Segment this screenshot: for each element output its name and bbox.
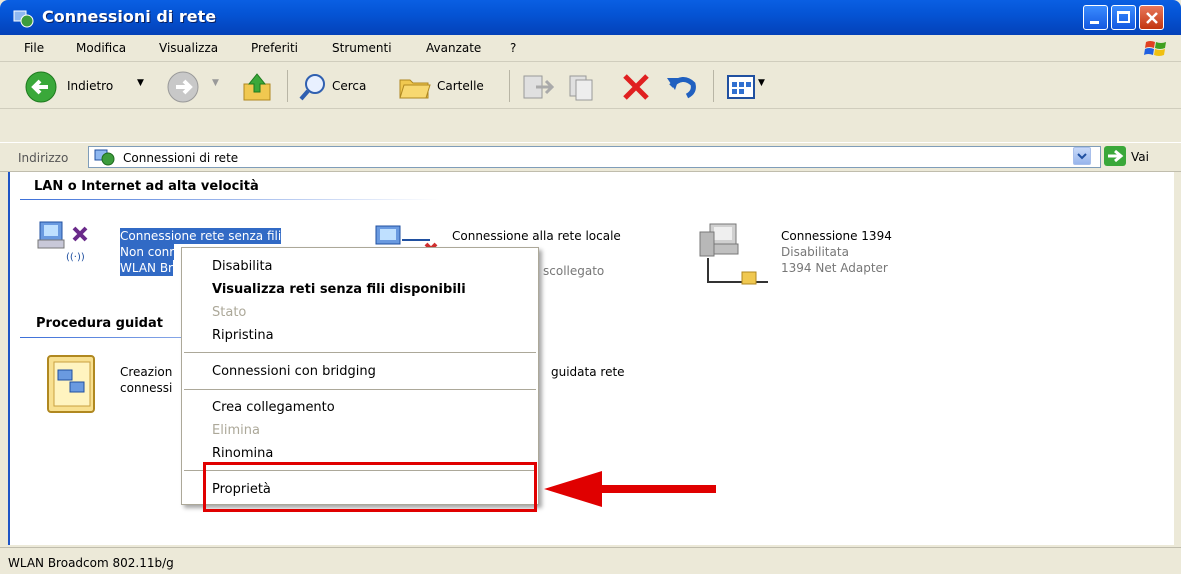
copy-to-icon[interactable] <box>568 72 600 102</box>
ctx-crea-collegamento[interactable]: Crea collegamento <box>212 400 335 415</box>
window-title: Connessioni di rete <box>42 7 217 26</box>
ieee1394-network-icon <box>699 223 768 285</box>
views-dropdown-icon[interactable]: ▼ <box>758 78 765 88</box>
close-icon <box>1146 12 1158 24</box>
wireless-connection-device: WLAN Br <box>120 260 173 276</box>
lan-connection-status: scollegato <box>543 264 605 278</box>
go-arrow-icon[interactable] <box>1104 146 1126 166</box>
forward-arrow-icon <box>167 71 199 103</box>
lan-connection-labels[interactable]: Connessione alla rete locale <box>452 228 621 244</box>
address-label: Indirizzo <box>18 151 69 165</box>
forward-button[interactable] <box>166 70 200 104</box>
standard-toolbar: Indietro ▼ ▼ Cerca Cartelle ▼ <box>0 62 1181 109</box>
chevron-down-icon <box>1077 153 1087 160</box>
status-text: WLAN Broadcom 802.11b/g <box>8 556 174 570</box>
wireless-connection-status: Non conr <box>120 244 175 260</box>
toolbar-separator <box>509 70 510 102</box>
menu-modifica[interactable]: Modifica <box>76 41 126 55</box>
go-button[interactable]: Vai <box>1131 150 1149 164</box>
menu-help[interactable]: ? <box>510 41 516 55</box>
back-dropdown-icon[interactable]: ▼ <box>137 78 144 88</box>
ctx-separator <box>184 389 536 390</box>
delete-icon[interactable] <box>621 72 651 102</box>
wireless-network-icon: ((·)) <box>37 221 88 263</box>
folders-icon[interactable] <box>398 72 432 102</box>
views-icon[interactable] <box>726 74 756 100</box>
ieee1394-connection-name: Connessione 1394 <box>781 229 892 243</box>
menu-preferiti[interactable]: Preferiti <box>251 41 298 55</box>
ctx-rinomina[interactable]: Rinomina <box>212 446 273 461</box>
address-field[interactable]: Connessioni di rete <box>88 146 1101 168</box>
new-connection-wizard-line1: Creazion <box>120 365 173 379</box>
network-setup-wizard-label[interactable]: guidata rete <box>551 364 625 380</box>
maximize-icon <box>1117 11 1130 23</box>
group-header-wizard: Procedura guidat <box>36 316 163 331</box>
wireless-connection-name: Connessione rete senza fili <box>120 228 282 244</box>
up-folder-icon <box>243 73 271 101</box>
new-connection-wizard-labels[interactable]: Creazion connessi <box>120 364 172 396</box>
menu-bar: File Modifica Visualizza Preferiti Strum… <box>0 35 1181 62</box>
ctx-separator <box>184 352 536 353</box>
menu-strumenti[interactable]: Strumenti <box>332 41 392 55</box>
ctx-visualizza-reti[interactable]: Visualizza reti senza fili disponibili <box>212 282 466 297</box>
ieee1394-connection-item[interactable] <box>698 218 778 292</box>
annotation-arrow-icon <box>544 471 716 507</box>
maximize-button[interactable] <box>1111 5 1136 30</box>
ieee1394-connection-labels[interactable]: Connessione 1394 Disabilitata 1394 Net A… <box>781 228 892 276</box>
move-to-icon[interactable] <box>522 72 554 102</box>
up-folder-button[interactable] <box>240 70 274 104</box>
group-header-lan: LAN o Internet ad alta velocità <box>34 179 259 194</box>
wireless-connection-item[interactable]: ((·)) <box>36 216 90 268</box>
address-bar: Indirizzo Connessioni di rete <box>0 142 1181 172</box>
ctx-connessioni-bridging[interactable]: Connessioni con bridging <box>212 364 376 379</box>
wizard-book-icon <box>47 355 95 413</box>
search-button[interactable]: Cerca <box>332 79 366 93</box>
ieee1394-connection-status: Disabilitata <box>781 245 849 259</box>
back-arrow-icon <box>25 71 57 103</box>
group-divider <box>20 199 440 200</box>
ctx-ripristina[interactable]: Ripristina <box>212 328 274 343</box>
explorer-window: Connessioni di rete File Modifica Visual… <box>0 0 1181 574</box>
title-bar[interactable]: Connessioni di rete <box>0 0 1181 35</box>
lan-connection-name: Connessione alla rete locale <box>452 229 621 243</box>
back-button[interactable] <box>24 70 58 104</box>
new-connection-wizard-item[interactable] <box>44 352 100 416</box>
ctx-elimina: Elimina <box>212 423 260 438</box>
close-button[interactable] <box>1139 5 1164 30</box>
proprieta-highlight-box <box>203 462 537 512</box>
menu-file[interactable]: File <box>24 41 44 55</box>
ctx-stato: Stato <box>212 305 247 320</box>
svg-text:((·)): ((·)) <box>66 252 85 263</box>
search-icon[interactable] <box>298 72 328 102</box>
ieee1394-connection-device: 1394 Net Adapter <box>781 261 888 275</box>
ctx-disabilita[interactable]: Disabilita <box>212 259 273 274</box>
toolbar-separator <box>287 70 288 102</box>
network-connections-icon <box>94 149 115 166</box>
minimize-icon <box>1090 21 1099 24</box>
status-bar: WLAN Broadcom 802.11b/g <box>0 547 1181 574</box>
minimize-button[interactable] <box>1083 5 1108 30</box>
toolbar-separator <box>713 70 714 102</box>
forward-dropdown-icon[interactable]: ▼ <box>212 78 219 88</box>
windows-logo-icon <box>1144 41 1166 56</box>
address-dropdown-button[interactable] <box>1073 147 1091 165</box>
back-label[interactable]: Indietro <box>67 79 113 93</box>
address-value: Connessioni di rete <box>123 151 239 165</box>
new-connection-wizard-line2: connessi <box>120 381 173 395</box>
folders-button[interactable]: Cartelle <box>437 79 484 93</box>
menu-visualizza[interactable]: Visualizza <box>159 41 218 55</box>
menu-avanzate[interactable]: Avanzate <box>426 41 481 55</box>
network-connections-icon <box>13 10 34 28</box>
undo-icon[interactable] <box>665 72 699 102</box>
